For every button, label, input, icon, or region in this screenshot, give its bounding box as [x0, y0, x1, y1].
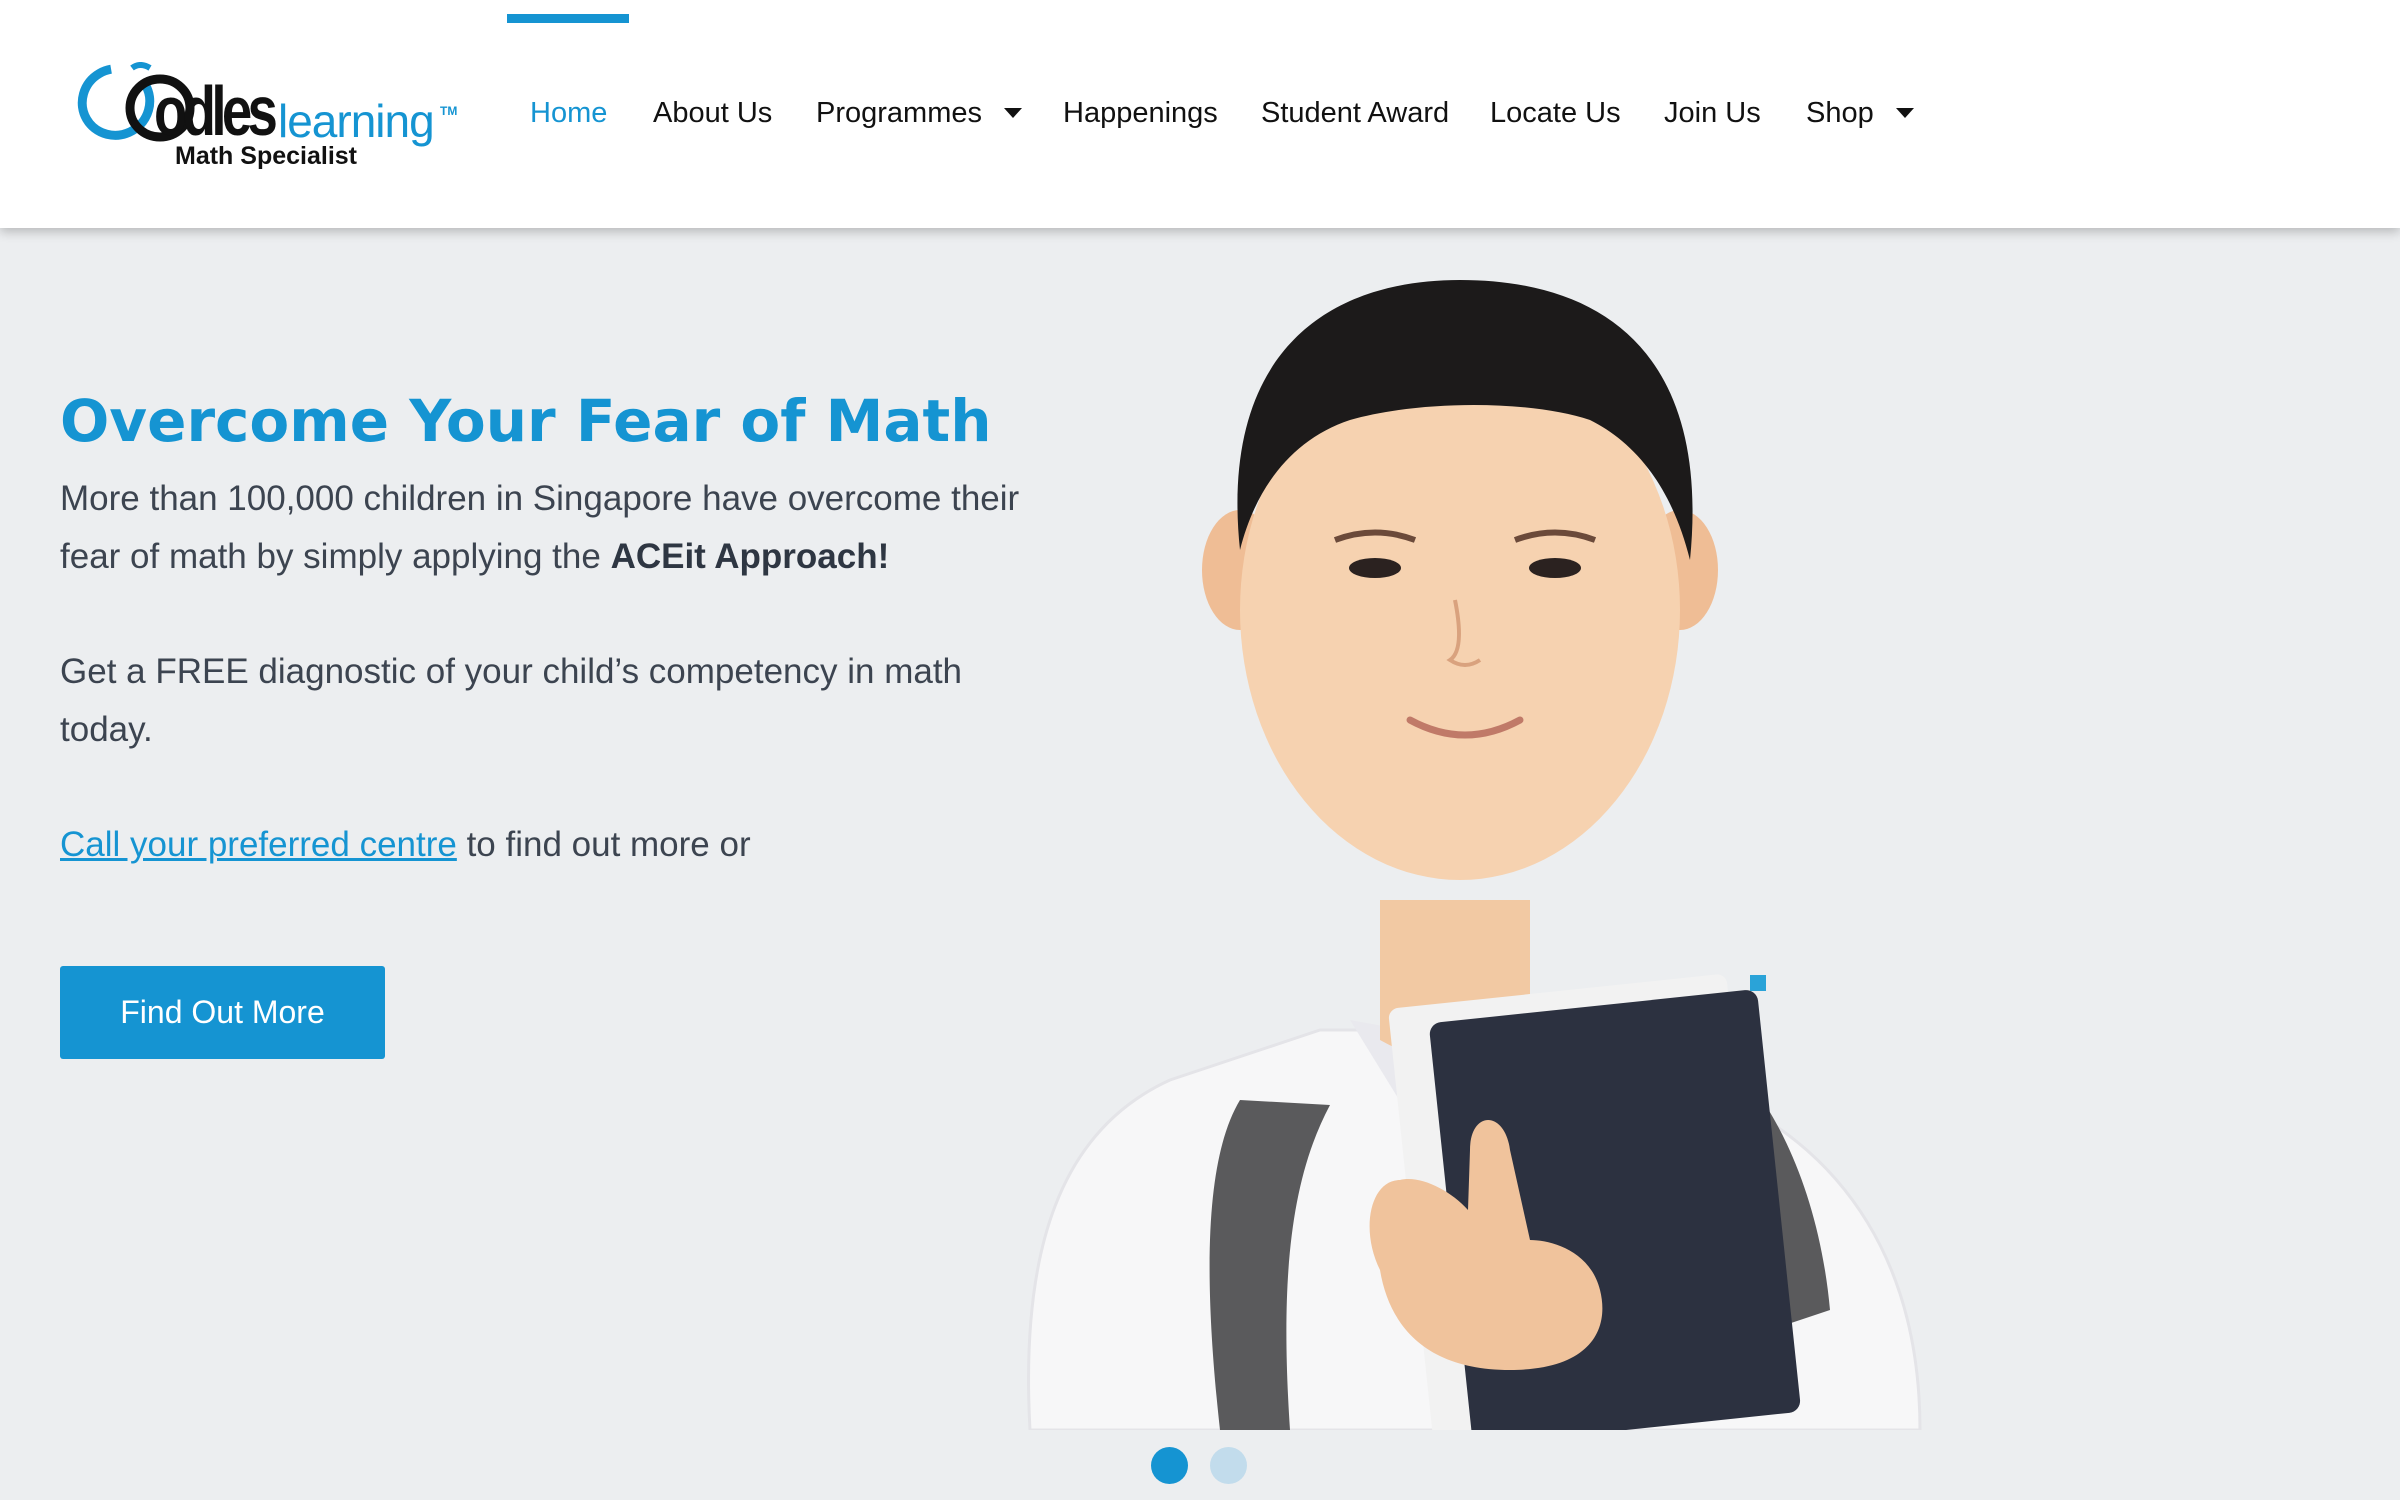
- nav-item-locate-us[interactable]: Locate Us: [1490, 96, 1621, 131]
- student-hero-image: [1027, 280, 1922, 1430]
- nav-item-programmes[interactable]: Programmes: [816, 96, 1022, 131]
- nav-item-label: Home: [530, 97, 608, 129]
- nav-item-happenings[interactable]: Happenings: [1063, 96, 1218, 131]
- nav-item-home[interactable]: Home: [530, 96, 607, 131]
- find-out-more-button[interactable]: Find Out More: [60, 966, 385, 1059]
- nav-item-shop[interactable]: Shop: [1806, 96, 1914, 131]
- slider-pagination: [1151, 1447, 1247, 1484]
- nav-item-about-us[interactable]: About Us: [653, 96, 772, 131]
- hero-contact-suffix: to find out more or: [456, 825, 751, 864]
- hero-intro-highlight: ACEit Approach!: [610, 537, 890, 576]
- logo-learning-text: learning: [278, 95, 435, 147]
- slider-dot-2[interactable]: [1210, 1447, 1247, 1484]
- slider-dot-1[interactable]: [1151, 1447, 1188, 1484]
- nav-item-label: About Us: [653, 97, 773, 129]
- logo-trademark: TM: [440, 104, 458, 118]
- logo-wordmark: odles: [154, 72, 278, 150]
- nav-item-label: Happenings: [1063, 97, 1218, 129]
- nav-item-label: Locate Us: [1490, 97, 1621, 129]
- nav-item-label: Join Us: [1664, 97, 1761, 129]
- site-header: odles learning TM Math Specialist Home A…: [0, 0, 2400, 228]
- hero-offer-text: Get a FREE diagnostic of your child’s co…: [60, 652, 963, 749]
- site-logo[interactable]: odles learning TM Math Specialist: [74, 62, 464, 182]
- hero-title: Overcome Your Fear of Math: [60, 386, 992, 455]
- nav-item-join-us[interactable]: Join Us: [1664, 96, 1761, 131]
- nav-item-label: Programmes: [816, 97, 982, 129]
- caret-down-icon: [1004, 108, 1022, 119]
- nav-item-label: Student Award: [1261, 97, 1450, 129]
- hero-intro-text: More than 100,000 children in Singapore …: [60, 470, 1020, 586]
- nav-item-label: Shop: [1806, 97, 1874, 129]
- call-centre-link[interactable]: Call your preferred centre: [60, 825, 457, 864]
- nav-active-indicator: [507, 14, 629, 23]
- logo-tagline: Math Specialist: [175, 142, 357, 170]
- caret-down-icon: [1895, 108, 1914, 119]
- hero-contact-text: Call your preferred centre to find out m…: [60, 816, 1020, 874]
- nav-item-student-award[interactable]: Student Award: [1261, 96, 1449, 131]
